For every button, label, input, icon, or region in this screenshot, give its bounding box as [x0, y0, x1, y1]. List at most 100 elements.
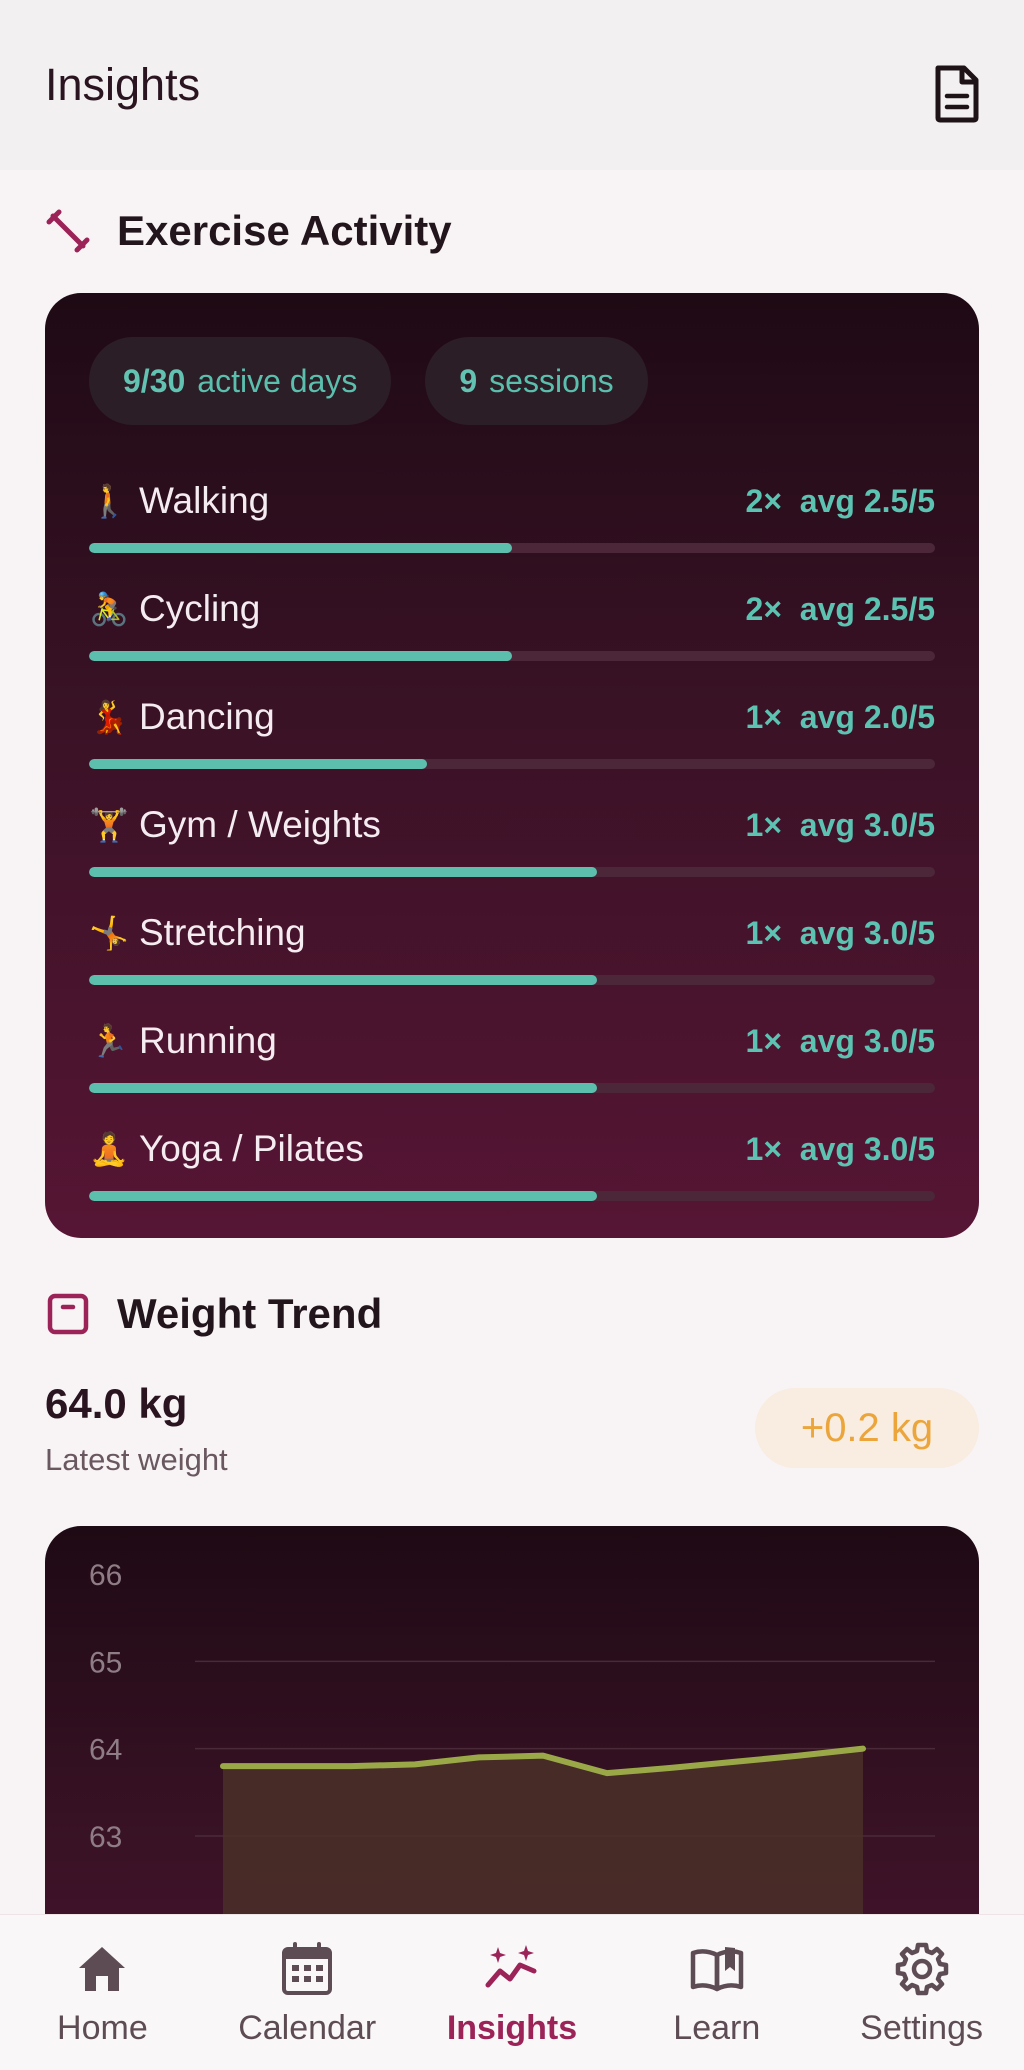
activity-label: Walking	[139, 480, 270, 521]
activity-row: 🤸 Stretching 1× avg 3.0/5	[89, 905, 935, 985]
sessions-value: 9	[459, 362, 478, 399]
page-title: Insights	[45, 59, 201, 110]
sessions-label: sessions	[489, 362, 614, 399]
y-tick-label: 66	[89, 1559, 122, 1592]
activity-label: Stretching	[139, 912, 306, 953]
activity-avg: avg 2.5/5	[799, 482, 935, 519]
activity-name: 🧘 Yoga / Pilates	[89, 1128, 364, 1170]
activity-count: 2×	[745, 482, 783, 519]
weight-section-header: Weight Trend	[45, 1290, 382, 1338]
activity-count: 1×	[745, 806, 783, 843]
activity-bar-track	[89, 867, 935, 877]
activity-bar-track	[89, 543, 935, 553]
gear-icon	[895, 1942, 948, 1996]
activity-row-header: 💃 Dancing 1× avg 2.0/5	[89, 689, 935, 745]
activity-avg: avg 3.0/5	[799, 914, 935, 951]
dumbbell-icon	[46, 209, 90, 253]
activity-emoji: 🏃	[89, 1023, 129, 1059]
document-icon[interactable]	[932, 64, 982, 124]
activity-emoji: 🚶	[89, 483, 129, 519]
activity-bar-fill	[89, 651, 512, 661]
book-icon	[690, 1947, 744, 1992]
activity-count: 1×	[745, 1130, 783, 1167]
activity-label: Gym / Weights	[139, 804, 381, 845]
nav-insights[interactable]: Insights	[422, 1941, 602, 2048]
activity-count: 1×	[745, 698, 783, 735]
nav-home[interactable]: Home	[12, 1941, 192, 2048]
activity-emoji: 💃	[89, 699, 129, 735]
y-tick-label: 64	[89, 1734, 122, 1767]
activity-name: 🚴 Cycling	[89, 588, 260, 630]
latest-weight-value: 64.0 kg	[45, 1380, 188, 1427]
activity-stat: 1× avg 3.0/5	[746, 1023, 935, 1060]
exercise-section-title: Exercise Activity	[117, 207, 452, 254]
nav-learn[interactable]: Learn	[627, 1941, 807, 2048]
activity-bar-track	[89, 651, 935, 661]
active-days-label: active days	[197, 362, 358, 399]
activity-count: 1×	[745, 1022, 783, 1059]
y-tick-label: 63	[89, 1821, 122, 1854]
activity-bar-track	[89, 759, 935, 769]
activity-row-header: 🧘 Yoga / Pilates 1× avg 3.0/5	[89, 1121, 935, 1177]
nav-settings[interactable]: Settings	[832, 1941, 1012, 2048]
activity-stat: 2× avg 2.5/5	[746, 483, 935, 520]
activity-bar-track	[89, 975, 935, 985]
activity-stat: 1× avg 3.0/5	[746, 807, 935, 844]
activity-bar-track	[89, 1083, 935, 1093]
activity-stat: 1× avg 3.0/5	[746, 1131, 935, 1168]
activity-avg: avg 3.0/5	[799, 1022, 935, 1059]
y-tick-label: 65	[89, 1646, 122, 1679]
exercise-card: 9/30 active days 9 sessions 🚶 Walking 2× a…	[45, 293, 979, 1238]
nav-learn-label: Learn	[673, 2009, 761, 2047]
active-days-chip: 9/30 active days	[89, 337, 392, 425]
scale-icon	[47, 1293, 89, 1335]
calendar-icon	[282, 1942, 333, 1995]
weight-section-title: Weight Trend	[117, 1290, 383, 1337]
activity-bar-track	[89, 1191, 935, 1201]
activity-count: 2×	[745, 590, 783, 627]
activity-row: 🚶 Walking 2× avg 2.5/5	[89, 473, 935, 553]
activity-name: 💃 Dancing	[89, 696, 275, 738]
activity-stat: 2× avg 2.5/5	[746, 591, 935, 628]
app-header: Insights	[0, 0, 1024, 170]
activity-name: 🤸 Stretching	[89, 912, 306, 954]
activity-avg: avg 2.0/5	[799, 698, 935, 735]
activity-stat: 1× avg 2.0/5	[746, 699, 935, 736]
activity-bar-fill	[89, 1083, 597, 1093]
nav-home-label: Home	[57, 2009, 148, 2047]
nav-calendar[interactable]: Calendar	[217, 1941, 397, 2048]
activity-row-header: 🏋 Gym / Weights 1× avg 3.0/5	[89, 797, 935, 853]
home-icon	[79, 1947, 126, 1991]
nav-insights-label: Insights	[446, 2009, 578, 2047]
activity-emoji: 🤸	[89, 915, 129, 951]
activity-emoji: 🧘	[89, 1131, 129, 1167]
sessions-chip: 9 sessions	[425, 337, 648, 425]
activity-row: 🧘 Yoga / Pilates 1× avg 3.0/5	[89, 1121, 935, 1201]
activity-row-header: 🚴 Cycling 2× avg 2.5/5	[89, 581, 935, 637]
activity-stat: 1× avg 3.0/5	[746, 915, 935, 952]
activity-bar-fill	[89, 975, 597, 985]
activity-row: 🏃 Running 1× avg 3.0/5	[89, 1013, 935, 1093]
activity-count: 1×	[745, 914, 783, 951]
activity-name: 🚶 Walking	[89, 480, 269, 522]
activity-row-header: 🚶 Walking 2× avg 2.5/5	[89, 473, 935, 529]
activity-avg: avg 3.0/5	[799, 1130, 935, 1167]
activity-label: Dancing	[139, 696, 275, 737]
activity-emoji: 🏋	[89, 807, 129, 843]
exercise-summary-chips: 9/30 active days 9 sessions	[89, 337, 935, 425]
activity-emoji: 🚴	[89, 591, 129, 627]
activity-name: 🏋 Gym / Weights	[89, 804, 381, 846]
activity-row: 🏋 Gym / Weights 1× avg 3.0/5	[89, 797, 935, 877]
activity-row: 🚴 Cycling 2× avg 2.5/5	[89, 581, 935, 661]
activity-bar-fill	[89, 759, 428, 769]
activity-row-header: 🤸 Stretching 1× avg 3.0/5	[89, 905, 935, 961]
activity-label: Running	[139, 1020, 277, 1061]
bottom-navigation: Home Calendar Insights Learn Settings	[0, 1914, 1024, 2070]
activity-avg: avg 2.5/5	[799, 590, 935, 627]
activity-row: 💃 Dancing 1× avg 2.0/5	[89, 689, 935, 769]
nav-settings-label: Settings	[860, 2009, 983, 2047]
activity-row-header: 🏃 Running 1× avg 3.0/5	[89, 1013, 935, 1069]
nav-calendar-label: Calendar	[238, 2009, 377, 2047]
exercise-section-header: Exercise Activity	[45, 207, 452, 255]
activity-avg: avg 3.0/5	[799, 806, 935, 843]
